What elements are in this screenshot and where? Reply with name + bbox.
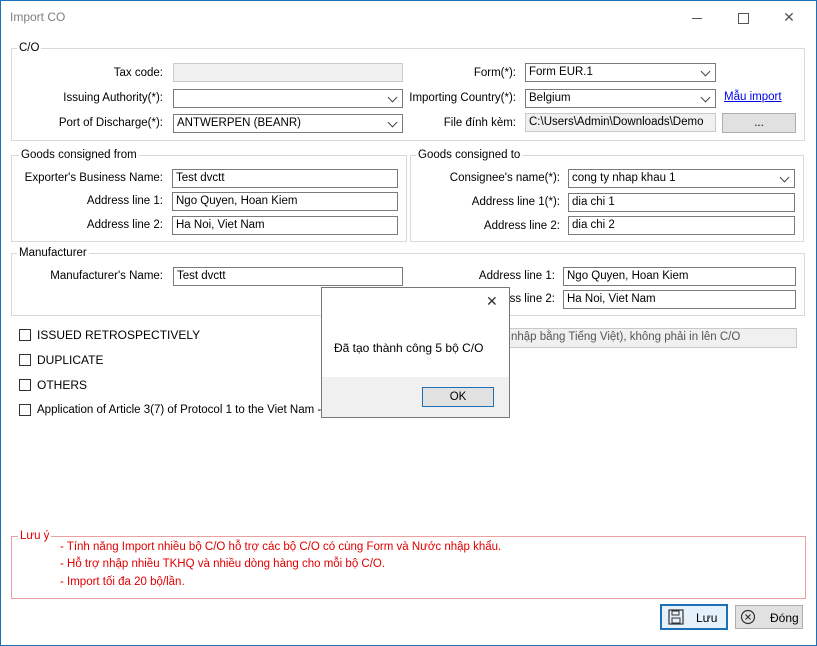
close-form-label: Đóng bbox=[770, 611, 799, 625]
close-icon: ✕ bbox=[783, 9, 795, 25]
others-checkbox[interactable] bbox=[19, 379, 31, 391]
to-address1-label: Address line 1(*): bbox=[471, 196, 560, 208]
close-icon: ✕ bbox=[486, 293, 498, 309]
form-select[interactable]: Form EUR.1 bbox=[525, 63, 716, 82]
note-line-3: - Import tối đa 20 bộ/lần. bbox=[60, 576, 185, 588]
dialog-message: Đã tạo thành công 5 bộ C/O bbox=[334, 341, 484, 355]
cancel-icon bbox=[740, 609, 756, 625]
business-name-label: Exporter's Business Name: bbox=[24, 172, 163, 184]
tax-code-field[interactable] bbox=[173, 63, 403, 82]
save-icon bbox=[668, 609, 684, 625]
importing-country-select[interactable]: Belgium bbox=[525, 89, 716, 108]
manufacturer-address2-field[interactable]: Ha Noi, Viet Nam bbox=[563, 290, 796, 309]
consignee-value: cong ty nhap khau 1 bbox=[572, 172, 676, 184]
chevron-down-icon bbox=[387, 92, 398, 103]
business-name-field[interactable]: Test dvctt bbox=[172, 169, 398, 188]
issued-retrospectively-label: ISSUED RETROSPECTIVELY bbox=[37, 328, 201, 342]
article-3-7-label: Application of Article 3(7) of Protocol … bbox=[37, 404, 341, 416]
importing-country-value: Belgium bbox=[529, 92, 571, 104]
form-value: Form EUR.1 bbox=[529, 66, 593, 78]
issuing-authority-label: Issuing Authority(*): bbox=[63, 92, 163, 104]
maximize-icon bbox=[737, 12, 749, 24]
tax-code-label: Tax code: bbox=[113, 67, 163, 79]
from-address2-field[interactable]: Ha Noi, Viet Nam bbox=[172, 216, 398, 235]
remark-field[interactable]: nhập bằng Tiếng Việt), không phải in lên… bbox=[480, 328, 797, 348]
manufacturer-address1-label: Address line 1: bbox=[478, 270, 555, 282]
co-group-legend: C/O bbox=[17, 42, 42, 54]
close-button[interactable]: ✕ bbox=[766, 4, 812, 30]
importing-country-label: Importing Country(*): bbox=[409, 92, 516, 104]
chevron-down-icon bbox=[387, 117, 398, 128]
chevron-down-icon bbox=[700, 66, 711, 77]
template-link[interactable]: Mẫu import bbox=[724, 91, 782, 103]
consigned-from-legend: Goods consigned from bbox=[19, 149, 139, 161]
duplicate-checkbox[interactable] bbox=[19, 354, 31, 366]
chevron-down-icon bbox=[779, 172, 790, 183]
minimize-button[interactable] bbox=[674, 4, 720, 30]
to-address2-field[interactable]: dia chi 2 bbox=[568, 216, 795, 235]
form-label: Form(*): bbox=[473, 67, 516, 79]
issuing-authority-select[interactable] bbox=[173, 89, 403, 108]
port-value: ANTWERPEN (BEANR) bbox=[177, 117, 301, 129]
manufacturer-address1-field[interactable]: Ngo Quyen, Hoan Kiem bbox=[563, 267, 796, 286]
consignee-label: Consignee's name(*): bbox=[449, 172, 560, 184]
message-dialog: ✕ Đã tạo thành công 5 bộ C/O OK bbox=[321, 287, 510, 418]
maximize-button[interactable] bbox=[720, 4, 766, 30]
dialog-ok-button[interactable]: OK bbox=[422, 387, 494, 407]
issued-retrospectively-checkbox[interactable] bbox=[19, 329, 31, 341]
consignee-select[interactable]: cong ty nhap khau 1 bbox=[568, 169, 795, 188]
article-3-7-checkbox[interactable] bbox=[19, 404, 31, 416]
manufacturer-name-field[interactable]: Test dvctt bbox=[173, 267, 403, 286]
window-title: Import CO bbox=[10, 10, 66, 24]
note-line-2: - Hỗ trợ nhập nhiều TKHQ và nhiều dòng h… bbox=[60, 558, 386, 570]
attachment-label: File đính kèm: bbox=[443, 117, 516, 129]
note-line-1: - Tính năng Import nhiều bộ C/O hỗ trợ c… bbox=[60, 541, 502, 553]
port-label: Port of Discharge(*): bbox=[58, 117, 163, 129]
to-address1-field[interactable]: dia chi 1 bbox=[568, 193, 795, 212]
browse-button[interactable]: ... bbox=[722, 113, 796, 133]
consigned-to-legend: Goods consigned to bbox=[416, 149, 523, 161]
from-address2-label: Address line 2: bbox=[86, 219, 163, 231]
attachment-path-field[interactable]: C:\Users\Admin\Downloads\Demo bbox=[525, 113, 716, 132]
save-label: Lưu bbox=[696, 611, 718, 625]
manufacturer-legend: Manufacturer bbox=[17, 247, 89, 259]
port-select[interactable]: ANTWERPEN (BEANR) bbox=[173, 114, 403, 133]
manufacturer-name-label: Manufacturer's Name: bbox=[50, 270, 163, 282]
dialog-close-button[interactable]: ✕ bbox=[486, 293, 498, 310]
save-button[interactable]: Lưu bbox=[660, 604, 728, 630]
from-address1-field[interactable]: Ngo Quyen, Hoan Kiem bbox=[172, 192, 398, 211]
close-form-button[interactable]: Đóng bbox=[735, 605, 803, 629]
others-label: OTHERS bbox=[37, 378, 88, 392]
to-address2-label: Address line 2: bbox=[483, 220, 560, 232]
minimize-icon bbox=[692, 17, 702, 19]
notes-legend: Lưu ý bbox=[18, 530, 52, 542]
dialog-footer: OK bbox=[322, 377, 509, 417]
chevron-down-icon bbox=[700, 92, 711, 103]
duplicate-label: DUPLICATE bbox=[37, 353, 104, 367]
from-address1-label: Address line 1: bbox=[86, 195, 163, 207]
